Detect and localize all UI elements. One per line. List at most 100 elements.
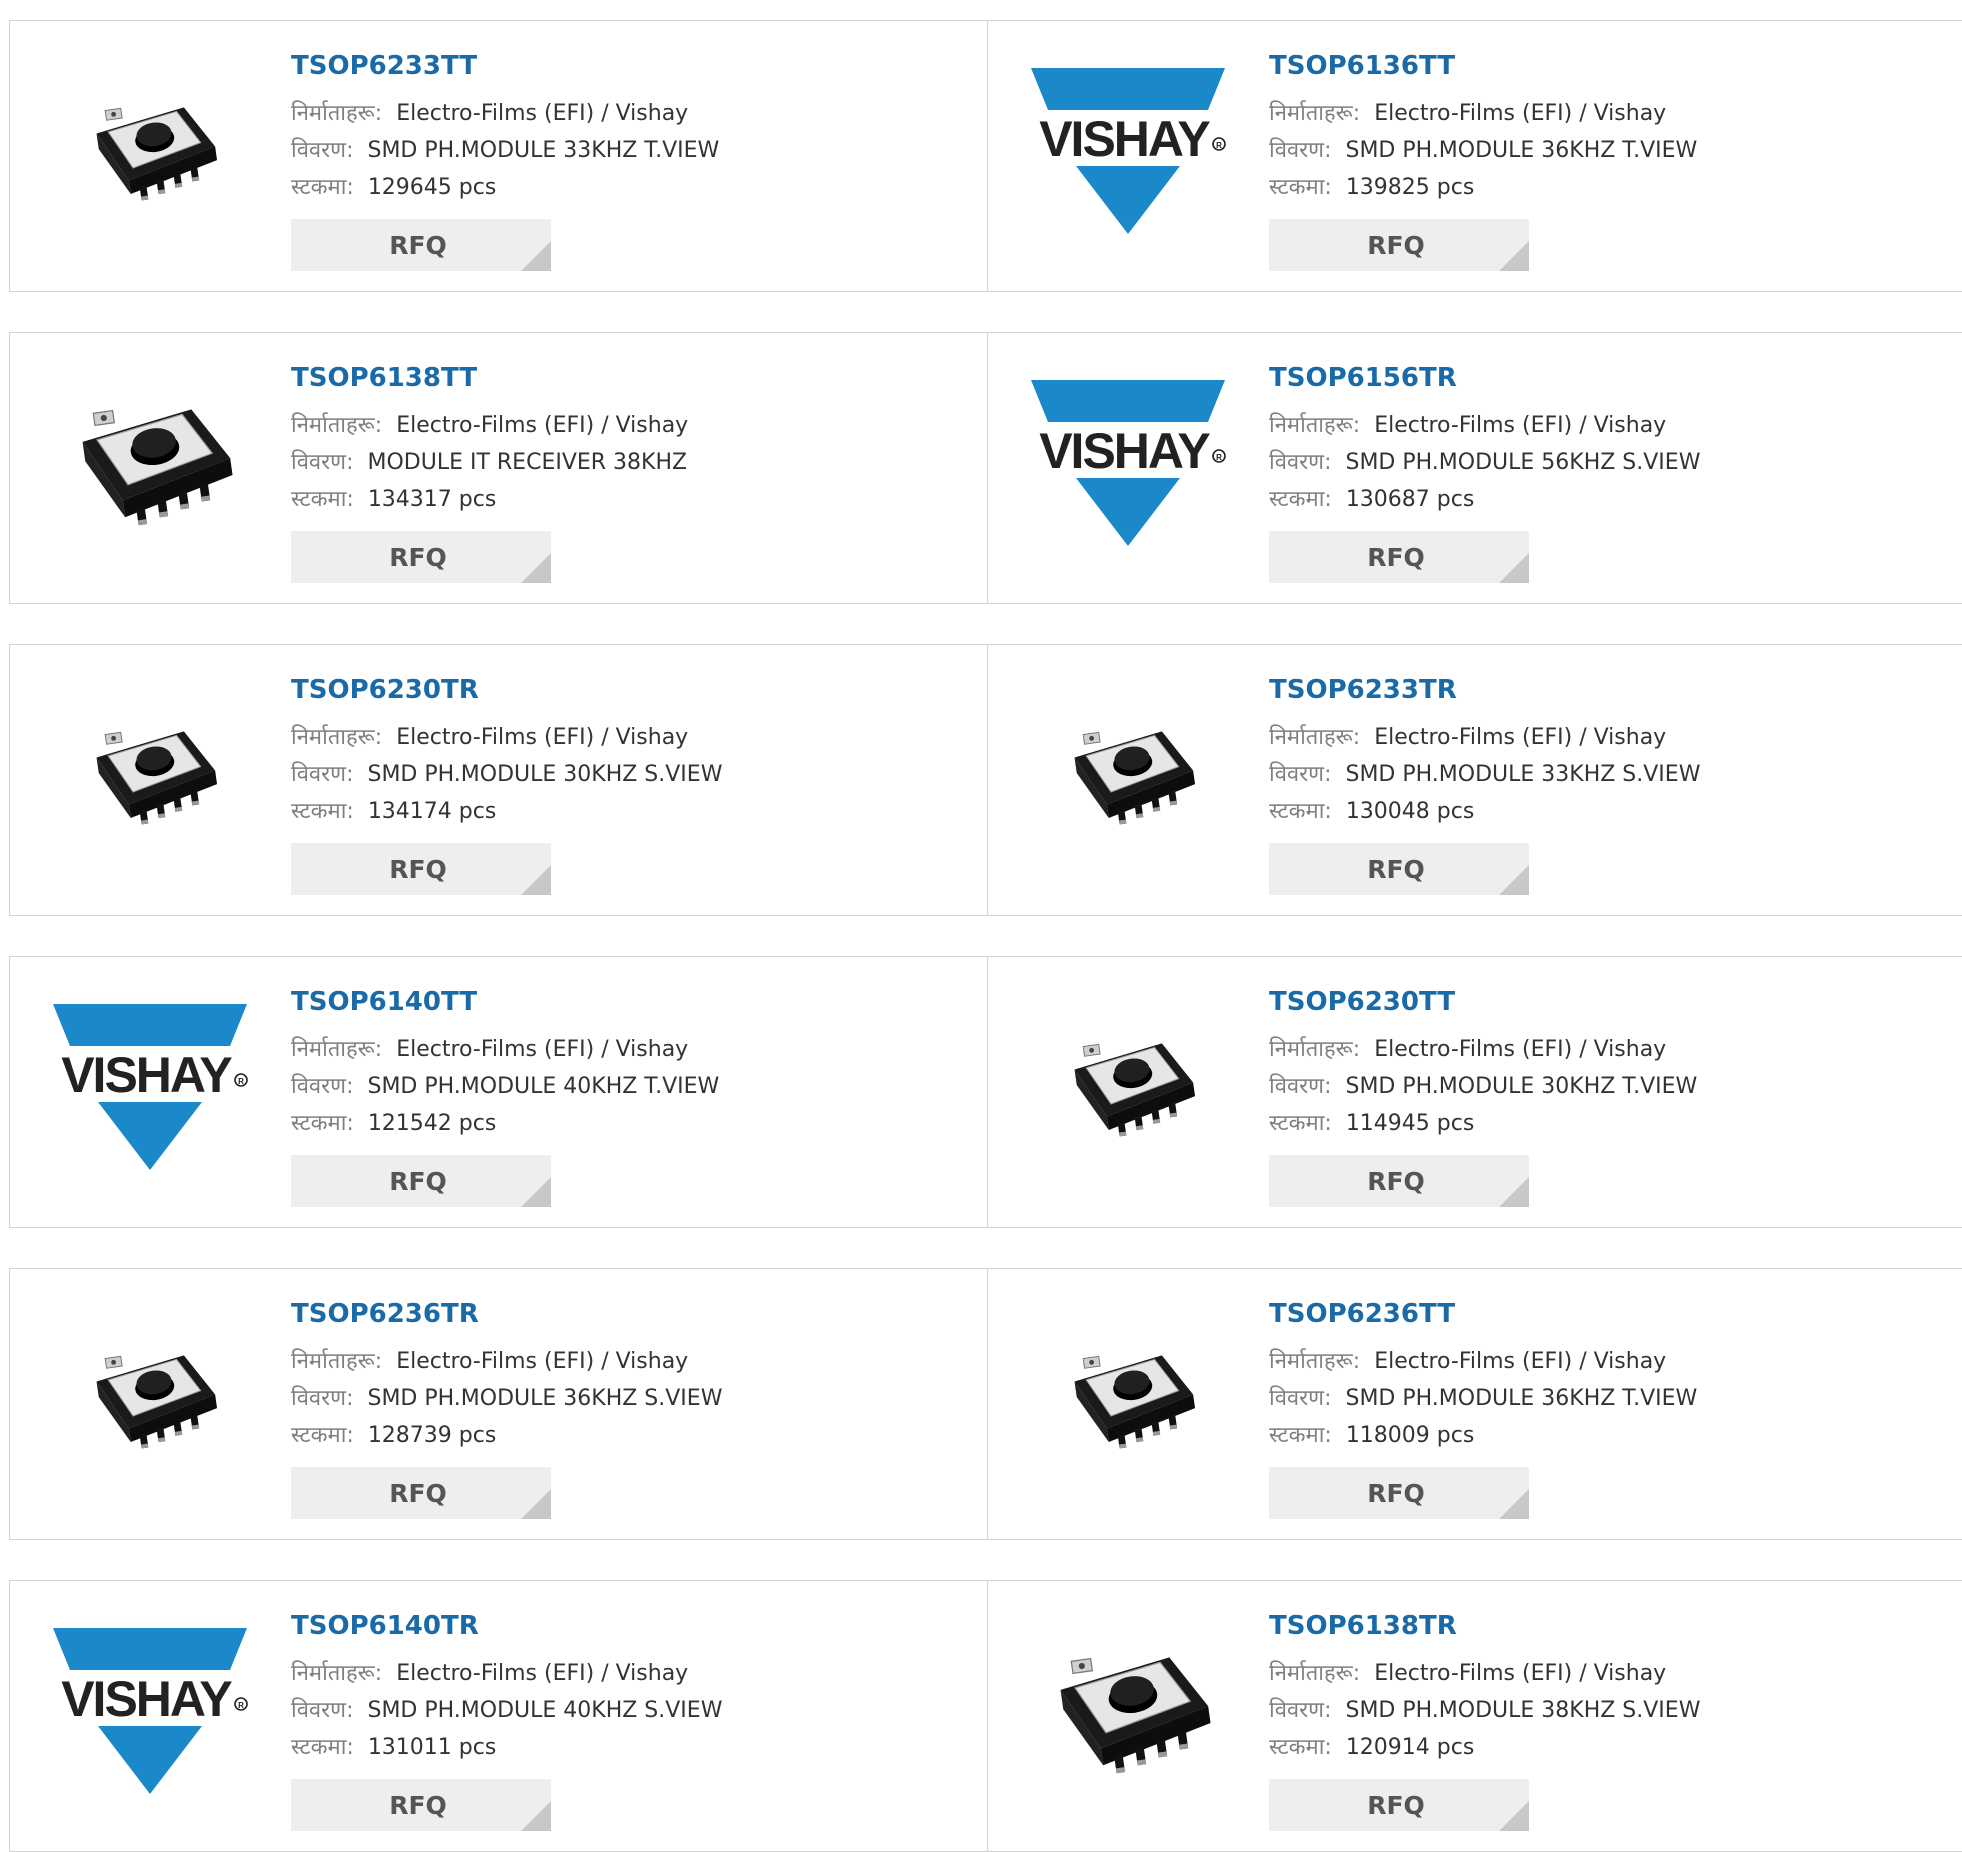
manufacturer-value: Electro-Films (EFI) / Vishay bbox=[396, 413, 689, 438]
product-name-link[interactable]: TSOP6138TR bbox=[1269, 1609, 1909, 1643]
stock-label: स्टकमा: bbox=[291, 487, 354, 512]
manufacturer-label: निर्माताहरू: bbox=[1269, 725, 1361, 750]
description-value: SMD PH.MODULE 33KHZ T.VIEW bbox=[367, 138, 720, 163]
manufacturer-value: Electro-Films (EFI) / Vishay bbox=[1374, 1037, 1667, 1062]
rfq-label: RFQ bbox=[1367, 542, 1425, 572]
description-label: विवरण: bbox=[291, 1074, 354, 1099]
description-label: विवरण: bbox=[291, 762, 354, 787]
corner-decoration bbox=[1499, 865, 1529, 895]
rfq-button[interactable]: RFQ bbox=[1269, 1467, 1529, 1519]
rfq-button[interactable]: RFQ bbox=[291, 1779, 551, 1831]
rfq-button[interactable]: RFQ bbox=[291, 531, 551, 583]
manufacturer-label: निर्माताहरू: bbox=[291, 725, 383, 750]
product-image[interactable]: VISHAY R bbox=[50, 1611, 250, 1811]
corner-decoration bbox=[521, 865, 551, 895]
product-image[interactable]: VISHAY R bbox=[50, 987, 250, 1187]
product-name-link[interactable]: TSOP6236TR bbox=[291, 1297, 931, 1331]
product-image[interactable]: VISHAY R bbox=[1028, 51, 1228, 251]
rfq-button[interactable]: RFQ bbox=[291, 219, 551, 271]
product-name-link[interactable]: TSOP6230TR bbox=[291, 673, 931, 707]
product-name-link[interactable]: TSOP6233TT bbox=[291, 49, 931, 83]
product-name-link[interactable]: TSOP6140TR bbox=[291, 1609, 931, 1643]
description-label: विवरण: bbox=[1269, 138, 1332, 163]
product-card: VISHAY R TSOP6156TR निर्माताहरू: Electro-F… bbox=[988, 333, 1962, 603]
manufacturer-value: Electro-Films (EFI) / Vishay bbox=[396, 1037, 689, 1062]
product-image[interactable] bbox=[1028, 1299, 1228, 1499]
stock-label: स्टकमा: bbox=[1269, 175, 1332, 200]
rfq-label: RFQ bbox=[389, 1790, 447, 1820]
description-label: विवरण: bbox=[291, 1386, 354, 1411]
product-name-link[interactable]: TSOP6236TT bbox=[1269, 1297, 1909, 1331]
rfq-button[interactable]: RFQ bbox=[1269, 1779, 1529, 1831]
manufacturer-value: Electro-Films (EFI) / Vishay bbox=[1374, 1661, 1667, 1686]
svg-text:VISHAY: VISHAY bbox=[1039, 423, 1210, 479]
stock-value: 134174 pcs bbox=[367, 799, 497, 824]
stock-label: स्टकमा: bbox=[291, 799, 354, 824]
manufacturer-label: निर्माताहरू: bbox=[1269, 413, 1361, 438]
rfq-button[interactable]: RFQ bbox=[1269, 219, 1529, 271]
product-name-link[interactable]: TSOP6233TR bbox=[1269, 673, 1909, 707]
product-image[interactable] bbox=[1028, 987, 1228, 1187]
stock-label: स्टकमा: bbox=[1269, 487, 1332, 512]
rfq-button[interactable]: RFQ bbox=[1269, 531, 1529, 583]
description-label: विवरण: bbox=[291, 450, 354, 475]
product-image[interactable] bbox=[1028, 675, 1228, 875]
ir-module-icon bbox=[96, 107, 217, 201]
description-value: SMD PH.MODULE 36KHZ T.VIEW bbox=[1345, 138, 1698, 163]
vishay-logo-icon: VISHAY R bbox=[53, 1628, 248, 1794]
product-name-link[interactable]: TSOP6230TT bbox=[1269, 985, 1909, 1019]
rfq-label: RFQ bbox=[1367, 230, 1425, 260]
rfq-button[interactable]: RFQ bbox=[1269, 843, 1529, 895]
product-name-link[interactable]: TSOP6156TR bbox=[1269, 361, 1909, 395]
product-name-link[interactable]: TSOP6140TT bbox=[291, 985, 931, 1019]
stock-label: स्टकमा: bbox=[291, 1735, 354, 1760]
description-label: विवरण: bbox=[1269, 450, 1332, 475]
manufacturer-value: Electro-Films (EFI) / Vishay bbox=[396, 1349, 689, 1374]
stock-value: 134317 pcs bbox=[367, 487, 497, 512]
corner-decoration bbox=[1499, 1177, 1529, 1207]
manufacturer-label: निर्माताहरू: bbox=[291, 101, 383, 126]
stock-label: स्टकमा: bbox=[1269, 1735, 1332, 1760]
rfq-label: RFQ bbox=[389, 1478, 447, 1508]
product-row: TSOP6236TR निर्माताहरू: Electro-Films (EF… bbox=[9, 1268, 1962, 1540]
rfq-button[interactable]: RFQ bbox=[291, 843, 551, 895]
stock-value: 120914 pcs bbox=[1345, 1735, 1475, 1760]
manufacturer-value: Electro-Films (EFI) / Vishay bbox=[1374, 1349, 1667, 1374]
corner-decoration bbox=[521, 1801, 551, 1831]
product-name-link[interactable]: TSOP6138TT bbox=[291, 361, 931, 395]
manufacturer-label: निर्माताहरू: bbox=[1269, 1349, 1361, 1374]
product-name-link[interactable]: TSOP6136TT bbox=[1269, 49, 1909, 83]
stock-label: स्टकमा: bbox=[1269, 1111, 1332, 1136]
product-image[interactable] bbox=[50, 51, 250, 251]
ir-module-icon bbox=[1074, 1355, 1195, 1449]
rfq-button[interactable]: RFQ bbox=[1269, 1155, 1529, 1207]
manufacturer-label: निर्माताहरू: bbox=[291, 1349, 383, 1374]
description-value: SMD PH.MODULE 56KHZ S.VIEW bbox=[1345, 450, 1701, 475]
description-label: विवरण: bbox=[291, 138, 354, 163]
description-value: SMD PH.MODULE 38KHZ S.VIEW bbox=[1345, 1698, 1701, 1723]
product-row: TSOP6233TT निर्माताहरू: Electro-Films (EF… bbox=[9, 20, 1962, 292]
ir-module-icon bbox=[1074, 731, 1195, 825]
stock-value: 131011 pcs bbox=[367, 1735, 497, 1760]
rfq-button[interactable]: RFQ bbox=[291, 1155, 551, 1207]
product-card: TSOP6230TT निर्माताहरू: Electro-Films (EF… bbox=[988, 957, 1962, 1227]
product-image[interactable] bbox=[1028, 1611, 1228, 1811]
product-card: VISHAY R TSOP6140TT निर्माताहरू: Electro-F… bbox=[10, 957, 988, 1227]
corner-decoration bbox=[1499, 1801, 1529, 1831]
product-image[interactable] bbox=[50, 1299, 250, 1499]
product-card: TSOP6230TR निर्माताहरू: Electro-Films (EF… bbox=[10, 645, 988, 915]
stock-label: स्टकमा: bbox=[291, 175, 354, 200]
rfq-label: RFQ bbox=[389, 854, 447, 884]
product-image[interactable] bbox=[50, 363, 250, 563]
manufacturer-value: Electro-Films (EFI) / Vishay bbox=[396, 1661, 689, 1686]
rfq-button[interactable]: RFQ bbox=[291, 1467, 551, 1519]
rfq-label: RFQ bbox=[389, 230, 447, 260]
stock-value: 128739 pcs bbox=[367, 1423, 497, 1448]
rfq-label: RFQ bbox=[1367, 854, 1425, 884]
description-label: विवरण: bbox=[1269, 1386, 1332, 1411]
stock-value: 130687 pcs bbox=[1345, 487, 1475, 512]
manufacturer-value: Electro-Films (EFI) / Vishay bbox=[1374, 413, 1667, 438]
product-image[interactable] bbox=[50, 675, 250, 875]
product-image[interactable]: VISHAY R bbox=[1028, 363, 1228, 563]
description-value: SMD PH.MODULE 30KHZ S.VIEW bbox=[367, 762, 723, 787]
